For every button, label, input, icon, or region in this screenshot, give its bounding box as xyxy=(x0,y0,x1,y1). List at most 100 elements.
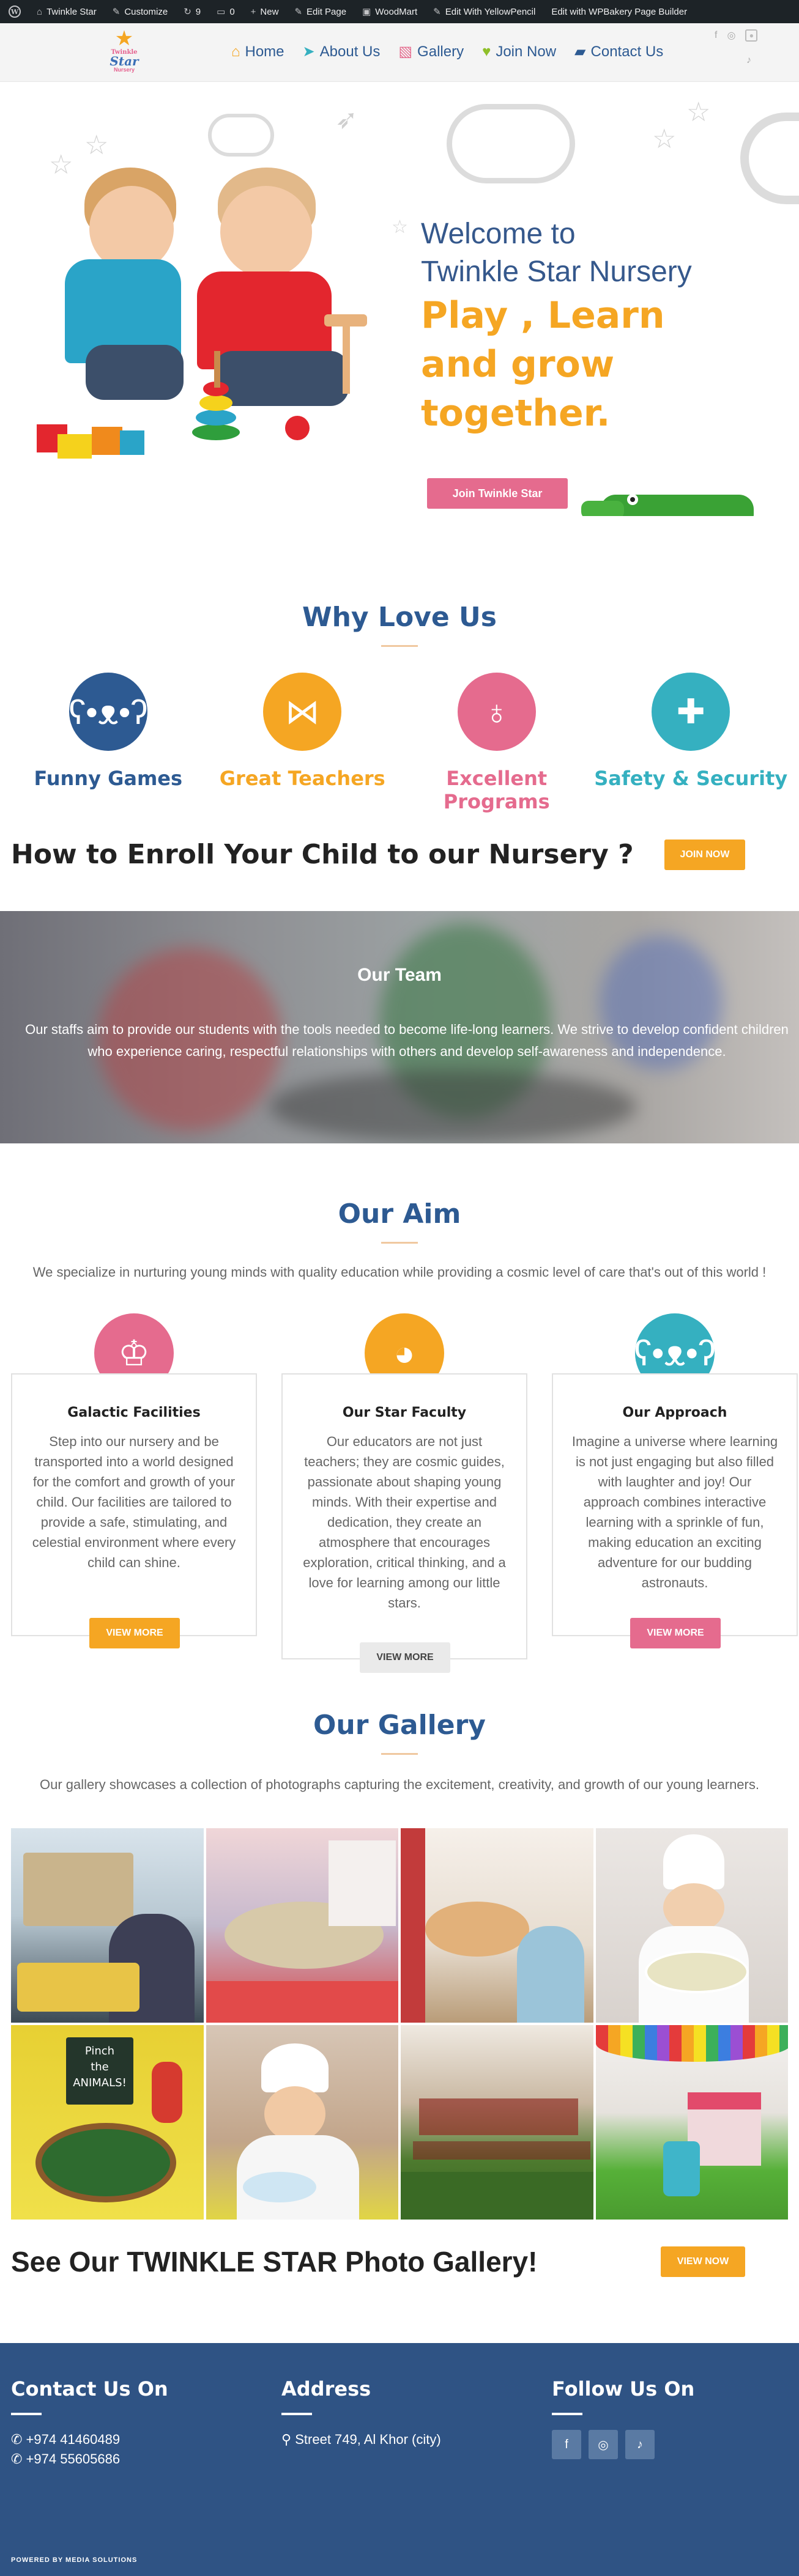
why-love-us-title: Why Love Us xyxy=(302,602,497,633)
why-love-us-header: Why Love Us xyxy=(0,602,799,647)
site-footer: Contact Us On ✆ +974 41460489 ✆ +974 556… xyxy=(0,2343,799,2576)
header-social: f ◎ ● ♪ xyxy=(715,29,782,66)
tiktok-icon[interactable]: ♪ xyxy=(625,2430,655,2459)
nav-contact-us[interactable]: ▰ Contact Us xyxy=(574,43,663,61)
wordpress-icon: W xyxy=(9,6,21,18)
user-icon[interactable]: ● xyxy=(745,29,758,42)
view-more-button[interactable]: VIEW MORE xyxy=(630,1618,721,1648)
star-decoration: ☆ xyxy=(652,124,677,154)
hero-children-image xyxy=(37,168,404,473)
view-more-button[interactable]: VIEW MORE xyxy=(360,1642,450,1673)
join-twinkle-star-button[interactable]: Join Twinkle Star xyxy=(427,478,568,509)
admin-comments[interactable]: ▭ 0 xyxy=(217,6,235,18)
our-gallery-intro: Our gallery showcases a collection of ph… xyxy=(39,1777,759,1792)
aim-card-galactic-facilities: Galactic Facilities Step into our nurser… xyxy=(11,1373,257,1636)
admin-edit-page[interactable]: ✎ Edit Page xyxy=(294,6,346,18)
aim-card-star-faculty: Our Star Faculty Our educators are not j… xyxy=(281,1373,527,1659)
comment-icon: ▭ xyxy=(217,7,226,17)
admin-customize[interactable]: ✎ Customize xyxy=(112,6,168,18)
star-decoration: ☆ xyxy=(686,97,711,127)
main-nav: ⌂ Home ➤ About Us ▧ Gallery ♥ Join Now ▰ Cont… xyxy=(231,43,663,61)
features-row: ʕ•ᴥ•ʔ Funny Games ⋈ Great Teachers ♁ Exc… xyxy=(0,673,799,813)
title-underline xyxy=(381,645,418,647)
refresh-icon: ↻ xyxy=(184,7,191,17)
see-gallery-title: See Our TWINKLE STAR Photo Gallery! xyxy=(11,2246,538,2278)
image-icon: ▧ xyxy=(398,43,413,60)
admin-woodmart[interactable]: ▣ WoodMart xyxy=(362,6,417,18)
tiktok-icon[interactable]: ♪ xyxy=(746,55,782,66)
feature-funny-games: ʕ•ᴥ•ʔ Funny Games xyxy=(11,673,206,813)
see-gallery-banner: See Our TWINKLE STAR Photo Gallery! VIEW… xyxy=(11,2245,788,2278)
phone-icon: ✆ xyxy=(11,2432,26,2447)
our-gallery-title: Our Gallery xyxy=(313,1710,486,1741)
rocket-icon: ➶ xyxy=(335,105,358,135)
gallery-photo[interactable] xyxy=(401,2025,593,2220)
teddy-bear-icon: ʕ•ᴥ•ʔ xyxy=(69,673,147,751)
woodmart-icon: ▣ xyxy=(362,7,371,17)
gallery-photo[interactable] xyxy=(11,1828,204,2023)
facebook-icon[interactable]: f xyxy=(715,30,717,41)
hero-tagline-line2: and grow together. xyxy=(421,343,615,435)
our-aim-header: Our Aim xyxy=(0,1198,799,1244)
instagram-icon[interactable]: ◎ xyxy=(727,29,735,42)
admin-wpbakery[interactable]: Edit with WPBakery Page Builder xyxy=(551,7,687,17)
our-team-title: Our Team xyxy=(357,965,442,985)
admin-yellowpencil[interactable]: ✎ Edit With YellowPencil xyxy=(433,6,535,18)
our-aim-intro: We specialize in nurturing young minds w… xyxy=(32,1264,767,1280)
heart-icon: ♥ xyxy=(482,43,491,60)
our-gallery-header: Our Gallery xyxy=(0,1710,799,1755)
hero-tagline-line1: Play , Learn xyxy=(421,294,665,337)
footer-address: Address ⚲ Street 749, Al Khor (city) xyxy=(281,2377,441,2447)
admin-bar: W ⌂ Twinkle Star ✎ Customize ↻ 9 ▭ 0 + New ✎ E… xyxy=(0,0,799,23)
home-icon: ⌂ xyxy=(231,43,240,60)
footer-follow: Follow Us On f ◎ ♪ xyxy=(552,2377,694,2459)
nav-about-us[interactable]: ➤ About Us xyxy=(303,43,381,61)
nav-home[interactable]: ⌂ Home xyxy=(231,43,284,61)
aim-card-our-approach: Our Approach Imagine a universe where le… xyxy=(552,1373,798,1636)
hero-welcome-line1: Welcome to xyxy=(421,218,576,250)
hero-banner: ☆ ☆ ☆ ☆ ☆ ➶ Welcome to Twinkle Star Nurs… xyxy=(0,82,799,516)
gallery-photo[interactable] xyxy=(206,2025,398,2220)
wordpress-logo-button[interactable]: W xyxy=(9,6,21,18)
title-underline xyxy=(381,1753,418,1755)
admin-new[interactable]: + New xyxy=(251,7,279,17)
gallery-photo[interactable] xyxy=(595,1828,788,2023)
cloud-decoration xyxy=(208,114,274,157)
instagram-icon[interactable]: ◎ xyxy=(589,2430,618,2459)
truck-icon: ▰ xyxy=(574,43,586,60)
phone-1[interactable]: ✆ +974 41460489 xyxy=(11,2430,168,2449)
bow-tie-icon: ⋈ xyxy=(263,673,342,751)
our-team-section: Our Team Our staffs aim to provide our s… xyxy=(0,911,799,1143)
home-icon: ⌂ xyxy=(37,6,43,17)
enroll-title: How to Enroll Your Child to our Nursery … xyxy=(11,839,634,870)
facebook-icon[interactable]: f xyxy=(552,2430,581,2459)
site-header: ★ Twinkle Star Nursery ⌂ Home ➤ About Us ▧… xyxy=(0,23,799,82)
plus-icon: + xyxy=(250,6,256,17)
hero-text: Welcome to Twinkle Star Nursery Play , L… xyxy=(421,215,799,438)
pencil-icon: ✎ xyxy=(294,7,303,17)
admin-updates[interactable]: ↻ 9 xyxy=(184,6,201,18)
hero-welcome-line2: Twinkle Star Nursery xyxy=(421,256,692,288)
view-more-button[interactable]: VIEW MORE xyxy=(89,1618,180,1648)
our-team-text: Our staffs aim to provide our students w… xyxy=(25,1022,789,1059)
gallery-photo[interactable] xyxy=(595,2025,788,2220)
title-underline xyxy=(381,1242,418,1244)
powered-by: POWERED BY MEDIA SOLUTIONS xyxy=(11,2556,138,2564)
map-marker-icon: ⚲ xyxy=(281,2432,295,2447)
star-icon: ★ xyxy=(114,27,134,50)
feature-safety-security: ✚ Safety & Security xyxy=(594,673,789,813)
gallery-photo[interactable]: Pinch the ANIMALS! xyxy=(11,2025,204,2220)
gallery-photo[interactable] xyxy=(206,1828,398,2023)
phone-icon: ✆ xyxy=(11,2451,26,2467)
nav-join-now[interactable]: ♥ Join Now xyxy=(482,43,556,61)
join-now-button[interactable]: JOIN NOW xyxy=(664,839,745,870)
our-aim-title: Our Aim xyxy=(338,1198,461,1230)
brush-icon: ✎ xyxy=(112,7,121,17)
nav-gallery[interactable]: ▧ Gallery xyxy=(398,43,464,61)
phone-2[interactable]: ✆ +974 55605686 xyxy=(11,2449,168,2469)
gallery-photo[interactable] xyxy=(401,1828,593,2023)
view-now-button[interactable]: VIEW NOW xyxy=(661,2246,745,2277)
admin-site-name[interactable]: ⌂ Twinkle Star xyxy=(37,7,97,17)
pencil-icon: ✎ xyxy=(433,7,441,17)
site-logo[interactable]: ★ Twinkle Star Nursery xyxy=(98,28,151,77)
